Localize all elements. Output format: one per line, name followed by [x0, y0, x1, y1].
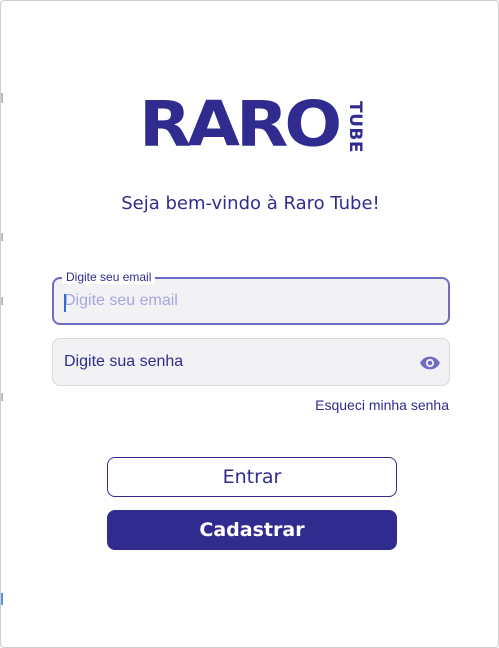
- login-button[interactable]: Entrar: [107, 457, 397, 497]
- logo-sub: TUBE: [345, 101, 365, 153]
- edge-mark: [1, 593, 3, 605]
- edge-mark: [1, 393, 3, 401]
- text-caret: [64, 294, 66, 312]
- raro-tube-logo: RARO TUBE: [139, 91, 367, 163]
- welcome-heading: Seja bem-vindo à Raro Tube!: [121, 193, 380, 214]
- password-placeholder: Digite sua senha: [64, 353, 184, 370]
- email-input[interactable]: [64, 279, 404, 323]
- eye-icon[interactable]: [419, 352, 441, 374]
- email-field[interactable]: Digite seu email: [52, 270, 450, 325]
- login-screen: RARO TUBE Seja bem-vindo à Raro Tube! Di…: [0, 0, 499, 648]
- edge-mark: [1, 233, 3, 241]
- logo-word: RARO: [139, 88, 342, 161]
- edge-mark: [1, 93, 3, 103]
- edge-mark: [1, 297, 3, 305]
- password-field[interactable]: Digite sua senha: [52, 338, 450, 386]
- forgot-password-link[interactable]: Esqueci minha senha: [315, 397, 449, 413]
- register-button[interactable]: Cadastrar: [107, 510, 397, 550]
